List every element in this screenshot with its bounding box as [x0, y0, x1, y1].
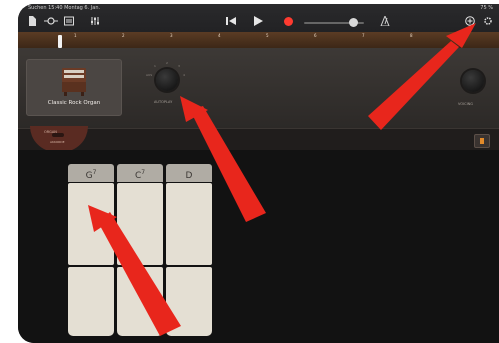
arrow-to-add-button: [368, 23, 476, 130]
screenshot-frame: Suchen 15:40 Montag 6. Jan. 75 % 1 2 3 4…: [0, 0, 499, 343]
arrow-to-chord-pad: [88, 205, 181, 336]
annotation-arrows: [88, 23, 476, 336]
arrow-to-autoplay-knob: [180, 96, 266, 222]
